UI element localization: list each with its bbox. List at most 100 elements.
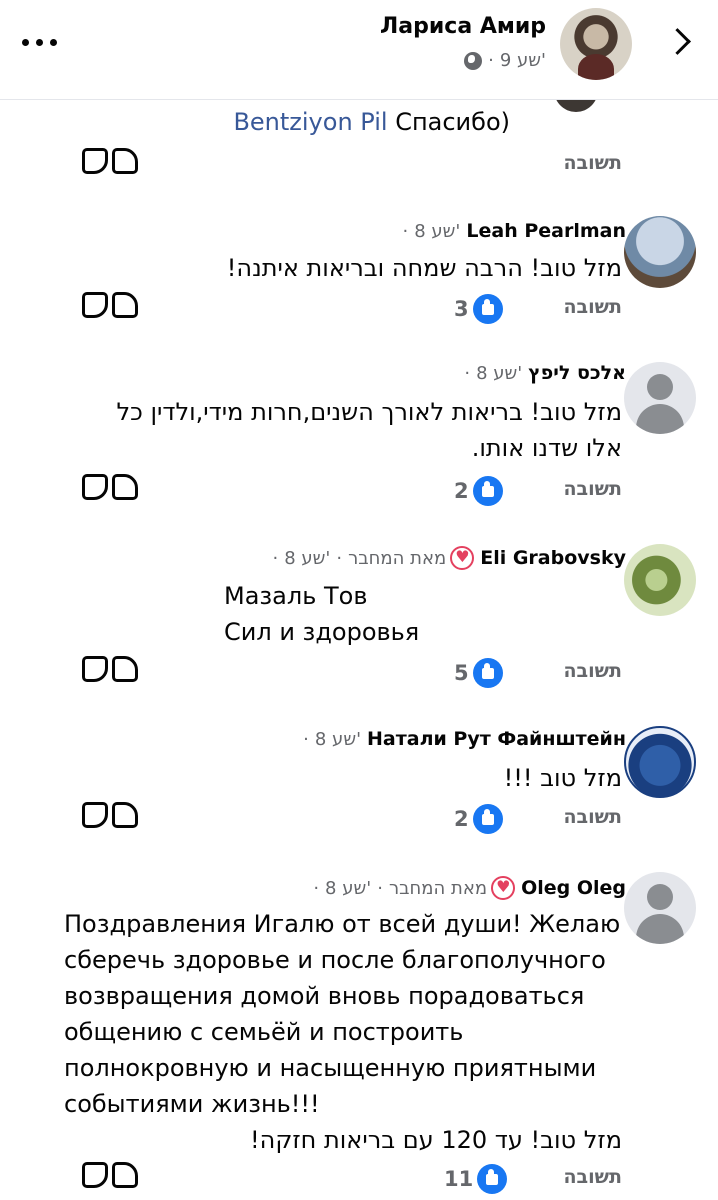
comment-author-name[interactable]: Eli Grabovsky [480, 547, 626, 569]
reply-button[interactable]: תשובה [563, 806, 622, 828]
comment-line: אלו שדנו אותו. [471, 434, 622, 462]
comment-time[interactable]: 8 שע' [414, 221, 460, 242]
post-meta: · 9 שע' [464, 50, 546, 71]
meta-separator: · [488, 50, 494, 71]
meta-separator: · [464, 362, 471, 384]
comment-line: Сил и здоровья [224, 618, 420, 646]
meta-separator: · [313, 877, 320, 899]
like-count: 11 [444, 1167, 474, 1191]
like-icon [472, 658, 503, 688]
avatar[interactable] [624, 872, 696, 944]
chevron-right-icon[interactable] [674, 26, 690, 56]
comment-line: Поздравления Игалю от всей души! Желаю [64, 910, 621, 938]
reply-button[interactable]: תשובה [563, 1166, 622, 1188]
comment-text: מזל טוב! בריאות לאורך השנים,חרות מידי,ול… [117, 394, 622, 466]
comment-line: מזל טוב! הרבה שמחה ובריאות איתנה! [226, 254, 622, 282]
comment-author-name[interactable]: Oleg Oleg [521, 877, 626, 899]
comment-text: מזל טוב! הרבה שמחה ובריאות איתנה! [227, 250, 622, 286]
reply-button[interactable]: תשובה [563, 660, 622, 682]
comment-line: событиями жизнь!!! [64, 1090, 320, 1118]
thumbs-up-icon[interactable] [112, 656, 138, 682]
thumbs-down-icon[interactable] [82, 802, 108, 828]
comment-line: מזל טוב! בריאות לאורך השנים,חרות מידי,ול… [116, 398, 622, 426]
thumbs-up-icon[interactable] [112, 474, 138, 500]
comment-time[interactable]: 8 שע' [325, 878, 371, 899]
like-count-badge[interactable]: 3 [454, 294, 503, 324]
thumbs-down-icon[interactable] [82, 1162, 108, 1188]
like-count-badge[interactable]: 5 [454, 658, 503, 688]
comment-author-line: Eli Grabovsky מאת המחבר · 8 שע' · [272, 546, 626, 570]
like-icon [472, 804, 503, 834]
comment-time[interactable]: 8 שע' [476, 363, 522, 384]
comment-line: общению с семьёй и построить [64, 1018, 464, 1046]
post-author-name[interactable]: Лариса Амир [380, 14, 546, 39]
post-time[interactable]: 9 שע' [500, 50, 546, 71]
thumbs-up-icon[interactable] [112, 1162, 138, 1188]
comment-author-name[interactable]: Leah Pearlman [466, 220, 626, 242]
meta-separator: · [272, 547, 279, 569]
comment-line: מזל טוב! עד 120 עם בריאות חזקה! [250, 1126, 622, 1154]
comment-author-name[interactable]: אלכס ליפץ [528, 362, 626, 384]
thumbs-up-icon[interactable] [112, 292, 138, 318]
dot-icon [22, 38, 29, 46]
more-options-button[interactable] [22, 34, 62, 50]
reaction-buttons [82, 292, 140, 322]
like-count: 2 [454, 807, 469, 831]
meta-separator: · [377, 877, 383, 899]
like-icon [472, 476, 503, 506]
like-count: 2 [454, 479, 469, 503]
thumbs-up-icon[interactable] [112, 802, 138, 828]
author-badge-label: מאת המחבר [348, 547, 447, 569]
like-icon [472, 294, 503, 324]
thumbs-down-icon[interactable] [82, 292, 108, 318]
comment-actions: 3 תשובה [0, 292, 718, 324]
meta-separator: · [303, 728, 309, 750]
thumbs-down-icon[interactable] [82, 474, 108, 500]
like-count: 5 [454, 661, 469, 685]
comment-line: Мазаль Тов [224, 582, 368, 610]
avatar[interactable] [624, 216, 696, 288]
meta-separator: · [336, 547, 343, 569]
reaction-buttons [82, 656, 140, 686]
comment-author-name[interactable]: Натали Рут Файнштейн [367, 728, 626, 750]
globe-icon [464, 51, 483, 70]
like-count: 3 [454, 297, 469, 321]
comment-line: сберечь здоровье и после благополучного [64, 946, 606, 974]
avatar[interactable] [624, 544, 696, 616]
thumbs-up-icon[interactable] [112, 148, 138, 174]
reply-button[interactable]: תשובה [563, 296, 622, 318]
thumbs-down-icon[interactable] [82, 656, 108, 682]
reply-button[interactable]: תשובה [563, 152, 622, 174]
reaction-buttons [82, 148, 140, 178]
comment-body: Спасибо) [395, 108, 510, 136]
comment-line: возвращения домой вновь порадоваться [64, 982, 585, 1010]
reply-button[interactable]: תשובה [563, 478, 622, 500]
author-badge: מאת המחבר [388, 876, 516, 900]
comment-actions: 11 תשובה [0, 1162, 718, 1194]
comment-actions: תשובה [0, 148, 718, 180]
comment-text: Поздравления Игалю от всей души! Желаю с… [64, 906, 622, 1158]
like-count-badge[interactable]: 2 [454, 476, 503, 506]
comment-actions: 5 תשובה [0, 656, 718, 688]
meta-separator: · [402, 220, 409, 242]
dot-icon [36, 38, 43, 46]
comment-text: Bentziyon Pil Спасибо) [233, 108, 510, 136]
like-icon [477, 1164, 508, 1194]
reaction-buttons [82, 1162, 140, 1192]
avatar[interactable] [624, 726, 696, 798]
mention-link[interactable]: Bentziyon Pil [233, 108, 387, 136]
comment-time[interactable]: 8 שע' [284, 548, 330, 569]
author-badge-label: מאת המחבר [388, 877, 488, 899]
comment-line: מזל טוב !!! [503, 764, 622, 792]
post-header: Лариса Амир · 9 שע' [0, 0, 718, 100]
comment-time[interactable]: 8 שע' [315, 729, 361, 750]
like-count-badge[interactable]: 2 [454, 804, 503, 834]
comment-author-line: Oleg Oleg מאת המחבר · 8 שע' · [313, 876, 626, 900]
heart-icon [450, 546, 475, 570]
avatar[interactable] [560, 8, 632, 80]
reaction-buttons [82, 474, 140, 504]
like-count-badge[interactable]: 11 [444, 1164, 508, 1194]
comment-author-line: Leah Pearlman 8 שע' · [402, 220, 626, 242]
thumbs-down-icon[interactable] [82, 148, 108, 174]
avatar[interactable] [624, 362, 696, 434]
